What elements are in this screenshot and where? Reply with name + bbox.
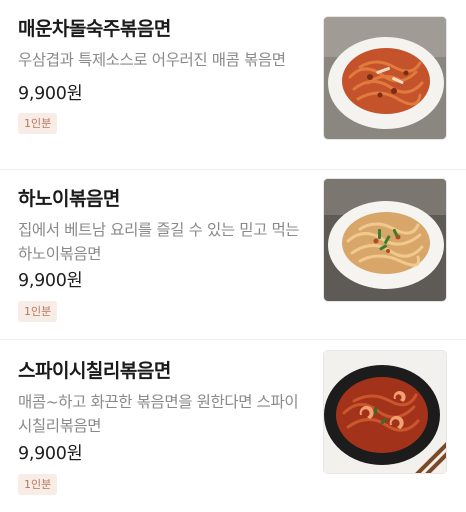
menu-item-name: 스파이시칠리볶음면 [18,360,171,382]
menu-item-name: 하노이볶음면 [18,188,120,210]
menu-item-name: 매운차돌숙주볶음면 [18,18,171,40]
chili-noodles-image-icon [324,351,446,473]
menu-item-description: 매콤~하고 화끈한 볶음면을 원한다면 스파이시칠리볶음면 [18,393,299,435]
menu-item[interactable]: 매운차돌숙주볶음면 우삼겹과 특제소스로 어우러진 매콤 볶음면 9,900원 … [0,0,466,170]
menu-item-photo[interactable] [323,178,447,302]
menu-item-photo[interactable] [323,16,447,140]
menu-item-price: 9,900원 [18,271,83,291]
menu-item-price: 9,900원 [18,444,83,464]
menu-item-photo[interactable] [323,350,447,474]
serving-badge: 1인분 [18,301,58,322]
serving-badge: 1인분 [18,113,58,134]
menu-item-description: 우삼겹과 특제소스로 어우러진 매콤 볶음면 [18,51,286,69]
menu-item[interactable]: 스파이시칠리볶음면 매콤~하고 화끈한 볶음면을 원한다면 스파이시칠리볶음면 … [0,340,466,512]
spicy-noodles-image-icon [324,17,446,139]
menu-item-description: 집에서 베트남 요리를 즐길 수 있는 믿고 먹는 하노이볶음면 [18,221,300,263]
menu-list: 매운차돌숙주볶음면 우삼겹과 특제소스로 어우러진 매콤 볶음면 9,900원 … [0,0,466,512]
menu-item[interactable]: 하노이볶음면 집에서 베트남 요리를 즐길 수 있는 믿고 먹는 하노이볶음면 … [0,170,466,340]
serving-badge: 1인분 [18,474,58,495]
menu-item-price: 9,900원 [18,84,83,104]
hanoi-noodles-image-icon [324,179,446,301]
